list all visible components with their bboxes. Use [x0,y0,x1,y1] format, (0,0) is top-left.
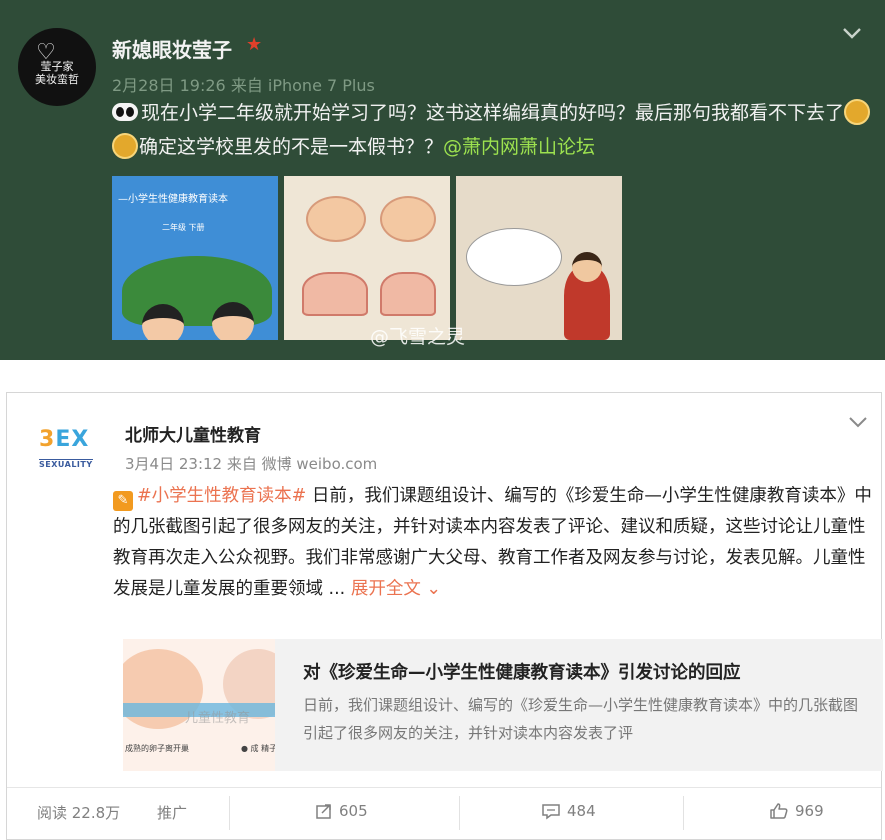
repost-icon [316,804,331,819]
article-link-card[interactable]: 儿童性教育 成熟的卵子离开巢 ● 成 精子 对《珍爱生命—小学生性健康教育读本》… [123,639,883,771]
avatar-logo[interactable]: 3EX SEXUALITY [39,427,101,471]
cover-subtitle: 二年级 下册 [162,223,205,232]
sweat-emoji-icon [112,133,138,159]
image-thumbnail[interactable]: —小学生性健康教育读本 二年级 下册 [112,176,278,340]
weibo-post-screenshot-1: ♡ 莹子家 美妆蛮哲 新媳眼妆莹子 ★ 2月28日 19:26 来自 iPhon… [0,0,885,360]
weibo-post-card-2: 3EX SEXUALITY 北师大儿童性教育 3月4日 23:12 来自 微博 … [6,392,883,840]
post-meta: 2月28日 19:26 来自 iPhone 7 Plus [112,76,375,95]
child-illustration [142,304,184,340]
image-thumbnail[interactable] [284,176,450,340]
speech-bubble-illustration [466,228,562,286]
logo-mark: 3EX [39,427,90,452]
eyes-emoji-icon [112,103,138,121]
diagram-illustration [380,272,436,316]
post-text: 现在小学二年级就开始学习了吗？这书这样编缉真的好吗？最后那句我都看不下去了确定这… [112,96,872,164]
thumbnail-watermark: 儿童性教育 [185,711,251,726]
topic-badge-icon: ✎ [113,491,133,511]
hashtag-link[interactable]: #小学生性教育读本# [137,486,306,506]
divider [229,796,230,830]
post-meta: 3月4日 23:12 来自 微博 weibo.com [125,455,378,473]
comment-button[interactable]: 484 [541,802,596,820]
mention-link[interactable]: @萧内网萧山论坛 [443,136,595,158]
thumbnail-caption: 成熟的卵子离开巢 [125,744,189,753]
article-title[interactable]: 对《珍爱生命—小学生性健康教育读本》引发讨论的回应 [303,659,741,684]
article-description: 日前，我们课题组设计、编写的《珍爱生命—小学生性健康教育读本》中的几张截图引起了… [303,696,859,742]
avatar-text: 莹子家 美妆蛮哲 [35,60,79,86]
person-head-illustration [572,252,602,282]
repost-count: 605 [339,802,368,820]
thumbnail-caption: ● 成 精子 [241,744,275,753]
diagram-illustration [380,196,436,242]
chevron-down-icon: ⌄ [426,579,442,599]
comment-icon [542,804,560,820]
post-text-part1: 现在小学二年级就开始学习了吗？这书这样编缉真的好吗？最后那句我都看不下去了 [141,102,845,124]
thumbs-up-icon [770,803,788,819]
username[interactable]: 北师大儿童性教育 [125,421,261,446]
diagram-illustration [306,196,366,242]
chevron-down-icon[interactable] [847,411,869,433]
diagram-illustration [302,272,368,316]
post-text: ✎ #小学生性教育读本# 日前，我们课题组设计、编写的《珍爱生命—小学生性健康教育… [113,481,873,605]
sweat-emoji-icon [844,99,871,125]
repost-button[interactable]: 605 [315,802,368,820]
expand-full-text-link[interactable]: 展开全文 ⌄ [351,579,441,599]
image-thumbnail[interactable] [456,176,622,340]
image-watermark: @飞雪之灵 [370,326,466,348]
like-count: 969 [795,802,824,820]
username[interactable]: 新媳眼妆莹子 [112,34,232,63]
article-thumbnail: 儿童性教育 成熟的卵子离开巢 ● 成 精子 [123,639,275,771]
chevron-down-icon[interactable] [841,22,863,44]
divider [683,796,684,830]
child-illustration [212,302,254,340]
cover-title: —小学生性健康教育读本 [118,194,228,205]
like-button[interactable]: 969 [769,802,824,820]
comment-count: 484 [567,802,596,820]
star-icon: ★ [246,34,263,55]
post-text-part2: 确定这学校里发的不是一本假书？？ [139,136,444,158]
divider [459,796,460,830]
promote-button[interactable]: 推广 [157,802,187,823]
action-bar: 阅读 22.8万 推广 605 484 969 [7,787,881,839]
avatar[interactable]: ♡ 莹子家 美妆蛮哲 [18,28,96,106]
read-count: 阅读 22.8万 [37,804,121,822]
logo-wordmark: SEXUALITY [39,459,93,469]
